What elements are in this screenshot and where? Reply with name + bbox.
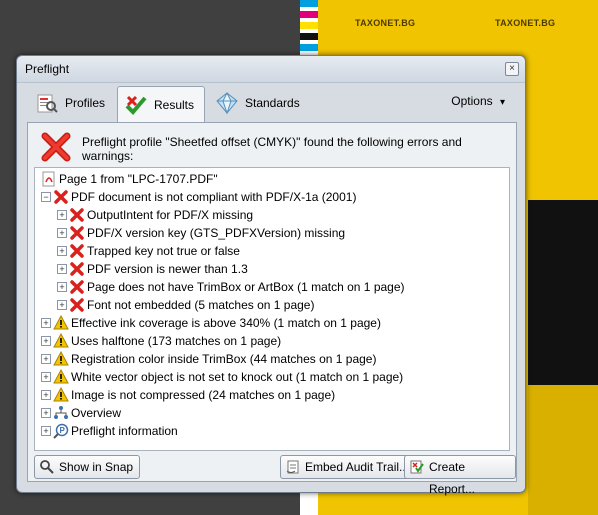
expand-icon[interactable]: + <box>41 336 51 346</box>
expand-icon[interactable]: + <box>41 426 51 436</box>
preflight-info-icon: P <box>53 423 69 439</box>
expand-icon[interactable]: + <box>41 354 51 364</box>
tab-standards-label: Standards <box>245 96 300 110</box>
options-label: Options <box>451 94 493 108</box>
warning-icon <box>53 368 69 385</box>
summary-message: Preflight profile "Sheetfed offset (CMYK… <box>82 135 462 163</box>
tab-standards[interactable]: Standards <box>209 86 309 120</box>
background-dark-artwork <box>528 200 598 385</box>
snap-icon <box>39 459 55 475</box>
background-brand-text: TAXONET.BG <box>355 18 416 28</box>
error-icon <box>69 225 85 241</box>
warning-icon <box>53 350 69 367</box>
error-icon <box>69 207 85 223</box>
expand-icon[interactable]: + <box>57 210 67 220</box>
tree-item-label: Font not embedded (5 matches on 1 page) <box>87 298 315 312</box>
show-in-snap-label: Show in Snap <box>59 460 134 474</box>
pdf-icon <box>41 171 57 187</box>
options-menu[interactable]: Options ▾ <box>451 94 505 108</box>
error-icon <box>69 297 85 313</box>
tree-item-label: White vector object is not set to knock … <box>71 370 404 384</box>
error-icon <box>69 279 85 295</box>
create-report-label: Create Report... <box>429 460 476 496</box>
tab-profiles-label: Profiles <box>65 96 106 110</box>
tree-item-label: Registration color inside TrimBox (44 ma… <box>71 352 377 366</box>
tree-item-label: Page does not have TrimBox or ArtBox (1 … <box>87 280 405 294</box>
results-tree[interactable]: Page 1 from "LPC-1707.PDF" − PDF documen… <box>34 167 510 451</box>
tree-item-label: Effective ink coverage is above 340% (1 … <box>71 316 381 330</box>
close-button[interactable]: × <box>505 62 519 76</box>
error-icon <box>53 189 69 205</box>
expand-icon[interactable]: + <box>57 282 67 292</box>
warning-icon <box>53 314 69 331</box>
error-icon <box>69 243 85 259</box>
expand-icon[interactable]: + <box>57 246 67 256</box>
chevron-down-icon: ▾ <box>499 97 505 108</box>
tree-item-label: PDF version is newer than 1.3 <box>87 262 248 276</box>
big-error-icon <box>40 131 72 163</box>
expand-icon[interactable]: + <box>41 372 51 382</box>
title-bar[interactable]: Preflight × <box>17 56 525 83</box>
embed-audit-icon <box>285 459 301 475</box>
tree-item-label: PDF/X version key (GTS_PDFXVersion) miss… <box>87 226 346 240</box>
embed-audit-trail-label: Embed Audit Trail... <box>305 460 410 474</box>
standards-icon <box>215 91 239 115</box>
expand-icon[interactable]: + <box>57 264 67 274</box>
expand-icon[interactable]: + <box>41 318 51 328</box>
error-icon <box>69 261 85 277</box>
create-report-button[interactable]: Create Report... <box>404 455 516 496</box>
collapse-icon[interactable]: − <box>41 192 51 202</box>
tab-profiles[interactable]: Profiles <box>29 86 113 120</box>
results-panel: Preflight profile "Sheetfed offset (CMYK… <box>27 122 517 496</box>
warning-icon <box>53 386 69 403</box>
window-title: Preflight <box>25 62 70 76</box>
tree-item-label: Preflight information <box>71 424 178 438</box>
svg-text:P: P <box>60 426 66 435</box>
expand-icon[interactable]: + <box>57 228 67 238</box>
create-report-icon <box>409 459 425 475</box>
background-brand-text: TAXONET.BG <box>495 18 556 28</box>
overview-icon <box>53 405 69 421</box>
tree-item-label: Overview <box>71 406 122 420</box>
tree-item-label: PDF document is not compliant with PDF/X… <box>71 190 357 204</box>
expand-icon[interactable]: + <box>41 390 51 400</box>
show-in-snap-button[interactable]: Show in Snap <box>34 455 141 479</box>
expand-icon[interactable]: + <box>41 408 51 418</box>
tab-results[interactable]: Results <box>117 86 205 123</box>
warning-icon <box>53 332 69 349</box>
tree-item-label: OutputIntent for PDF/X missing <box>87 208 254 222</box>
tab-results-label: Results <box>154 98 195 112</box>
profiles-icon <box>35 91 59 115</box>
tab-bar: Profiles Results Standards Options ▾ <box>27 86 513 123</box>
tree-item-label: Page 1 from "LPC-1707.PDF" <box>59 172 218 186</box>
preflight-window: Preflight × Profiles Results Standards O… <box>16 55 526 496</box>
background-yellow-artwork <box>528 385 598 515</box>
tree-item-label: Image is not compressed (24 matches on 1… <box>71 388 336 402</box>
tree-item-label: Uses halftone (173 matches on 1 page) <box>71 334 282 348</box>
tree-item-label: Trapped key not true or false <box>87 244 240 258</box>
summary-header: Preflight profile "Sheetfed offset (CMYK… <box>34 129 504 165</box>
embed-audit-trail-button[interactable]: Embed Audit Trail... <box>280 455 417 479</box>
expand-icon[interactable]: + <box>57 300 67 310</box>
results-icon <box>124 93 148 117</box>
